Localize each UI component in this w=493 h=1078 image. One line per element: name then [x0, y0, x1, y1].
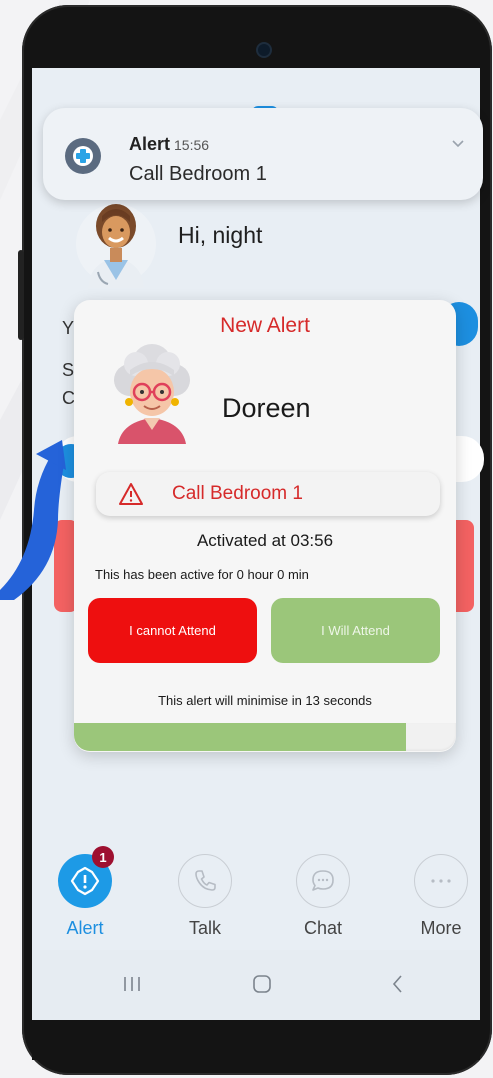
- front-camera: [258, 44, 270, 56]
- alert-notification[interactable]: Alert 15:56 Call Bedroom 1: [43, 108, 483, 200]
- call-location-text: Call Bedroom 1: [172, 483, 303, 504]
- activated-time-text: Activated at 03:56: [196, 531, 334, 550]
- active-duration-text: This has been active for 0 hour 0 min: [95, 567, 309, 582]
- chevron-down-icon[interactable]: [451, 136, 465, 154]
- will-attend-button[interactable]: I Will Attend: [271, 598, 440, 663]
- call-location-box: Call Bedroom 1: [96, 472, 440, 516]
- countdown-progress-bar: [74, 723, 456, 751]
- phone-top-bezel: [32, 30, 480, 70]
- notification-title: Alert 15:56: [129, 134, 209, 155]
- hospital-cross-icon: [65, 138, 101, 174]
- more-icon: [414, 854, 468, 908]
- notification-app-name: Alert: [129, 134, 171, 154]
- alert-count-badge: 1: [92, 846, 114, 868]
- background-text-s: S: [62, 360, 75, 380]
- nav-label-more: More: [420, 918, 462, 938]
- warning-icon: [118, 482, 144, 511]
- nav-item-talk[interactable]: Talk: [170, 854, 240, 939]
- greeting-text: Hi, night: [178, 222, 263, 248]
- nav-item-chat[interactable]: Chat: [288, 854, 358, 939]
- phone-bottom-bezel: [32, 1020, 480, 1060]
- nav-item-more[interactable]: More: [406, 854, 476, 939]
- system-navigation-bar: [32, 950, 480, 1020]
- notification-message: Call Bedroom 1: [129, 163, 267, 185]
- nurse-avatar: [74, 196, 158, 295]
- home-icon[interactable]: [242, 968, 282, 1000]
- background-text-y: Y: [62, 318, 75, 338]
- minimise-countdown-text: This alert will minimise in 13 seconds: [158, 693, 372, 708]
- back-icon[interactable]: [378, 968, 418, 1000]
- phone-side-button: [18, 250, 24, 340]
- patient-avatar: [104, 342, 200, 451]
- patient-name: Doreen: [222, 393, 311, 423]
- new-alert-modal: New Alert Doreen Call Bedroom 1 Activate…: [74, 300, 456, 752]
- chat-icon: [296, 854, 350, 908]
- notification-time: 15:56: [174, 137, 210, 153]
- nav-item-alert[interactable]: 1 Alert: [50, 846, 120, 939]
- status-bar: [40, 72, 470, 94]
- nav-label-talk: Talk: [188, 918, 221, 938]
- countdown-progress-fill: [74, 723, 407, 751]
- recent-apps-icon[interactable]: [112, 968, 152, 1000]
- phone-icon: [178, 854, 232, 908]
- bottom-navigation: 1 Alert Talk Chat More: [32, 838, 480, 948]
- nav-label-chat: Chat: [303, 918, 343, 938]
- nav-label-alert: Alert: [66, 918, 104, 938]
- cannot-attend-button[interactable]: I cannot Attend: [88, 598, 257, 663]
- modal-title: New Alert: [220, 314, 310, 337]
